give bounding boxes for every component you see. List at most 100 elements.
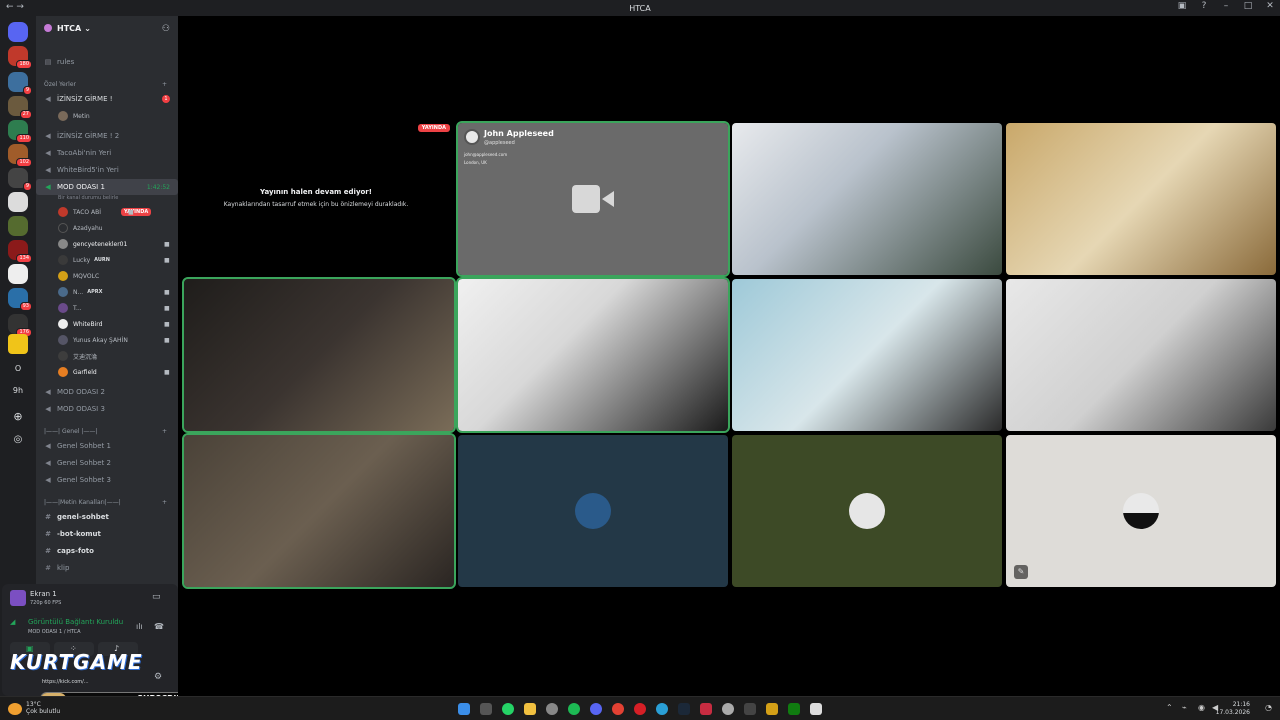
spotify-icon[interactable] [568, 703, 580, 715]
discord-icon[interactable] [590, 703, 602, 715]
category-private[interactable]: Özel Yerler + [44, 81, 167, 88]
voice-channel-genel-1[interactable]: ◀ Genel Sohbet 1 [36, 438, 178, 454]
voice-user[interactable]: Lucky AURN ■ [58, 252, 170, 268]
server-icon[interactable] [8, 216, 28, 236]
back-icon[interactable]: ← → [6, 2, 24, 12]
maximize-icon[interactable]: □ [1242, 1, 1254, 11]
video-tile[interactable] [456, 277, 730, 433]
guild-header[interactable]: HTCA ⌄ ⚇ [36, 16, 178, 40]
paused-stream-preview[interactable]: YAYINDA Yayının halen devam ediyor! Kayn… [178, 122, 454, 274]
disconnect-icon[interactable]: ☎ [154, 622, 164, 631]
voice-channel-mod2[interactable]: ◀ MOD ODASI 2 [36, 384, 178, 400]
opera-icon[interactable] [634, 703, 646, 715]
server-icon[interactable]: 9 [8, 168, 32, 191]
video-tile[interactable] [182, 277, 456, 433]
server-icon[interactable]: 110 [8, 120, 32, 143]
signal-icon[interactable]: ◢ [10, 618, 15, 626]
video-tile[interactable] [732, 123, 1002, 275]
add-channel-icon[interactable]: + [162, 499, 167, 506]
taskbar-clock[interactable]: 21:16 17.03.2026 [1216, 701, 1250, 717]
connection-status[interactable]: Görüntülü Bağlantı Kuruldu [28, 618, 123, 626]
minimize-icon[interactable]: – [1220, 1, 1232, 11]
voice-user[interactable]: TACO ABİ ■ YAYINDA [58, 204, 152, 220]
discover-icon[interactable]: ◎ [0, 434, 36, 445]
voice-user[interactable]: WhiteBird ■ [58, 316, 170, 332]
server-icon[interactable] [8, 192, 28, 212]
text-channel-klip[interactable]: # klip [36, 560, 178, 576]
voice-user[interactable]: gencyetenekler01 ■ [58, 236, 170, 252]
add-channel-icon[interactable]: + [162, 428, 167, 435]
server-icon[interactable]: 134 [8, 240, 32, 263]
video-tile[interactable] [1006, 279, 1276, 431]
app-icon[interactable] [744, 703, 756, 715]
app-icon[interactable] [546, 703, 558, 715]
server-icon[interactable]: 93 [8, 288, 32, 311]
voice-channel-taco[interactable]: ◀ TacoAbi'nin Yeri [36, 145, 178, 161]
whatsapp-icon[interactable] [502, 703, 514, 715]
category-genel[interactable]: |——| Genel |——| + [44, 428, 167, 435]
voice-user[interactable]: Garfield ■ [58, 364, 170, 380]
voice-channel-white[interactable]: ◀ WhiteBird5'in Yeri [36, 162, 178, 178]
server-icon[interactable]: 176 [8, 314, 32, 337]
video-tile-avatar[interactable]: ✎ [1006, 435, 1276, 587]
voice-channel-izinsiz-2[interactable]: ◀ İZİNSİZ GİRME ! 2 [36, 128, 178, 144]
server-icon[interactable] [8, 334, 28, 354]
server-letter[interactable]: O [0, 364, 36, 373]
file-explorer-icon[interactable] [524, 703, 536, 715]
add-channel-icon[interactable]: + [162, 81, 167, 88]
network-icon[interactable]: ◉ [1198, 703, 1205, 712]
voice-channel-genel-3[interactable]: ◀ Genel Sohbet 3 [36, 472, 178, 488]
steam-icon[interactable] [678, 703, 690, 715]
app-icon[interactable] [810, 703, 822, 715]
weather-widget[interactable]: 13°C Çok bulutlu [26, 701, 60, 715]
video-tile[interactable] [732, 279, 1002, 431]
voice-user[interactable]: 艾迪沉淪 [58, 348, 97, 364]
voice-channel-izinsiz-1[interactable]: ◀ İZİNSİZ GİRME ! 1 [36, 91, 178, 107]
settings-gear-icon[interactable]: ⚙ [154, 672, 162, 682]
channel-rules[interactable]: ▤ rules [36, 54, 178, 70]
server-icon[interactable]: 102 [8, 144, 32, 167]
voice-user[interactable]: Metin [58, 108, 90, 124]
voice-user[interactable]: Yunus Akay ŞAHİN ■ [58, 332, 170, 348]
close-icon[interactable]: ✕ [1264, 1, 1276, 11]
video-tile-profile[interactable]: John Appleseed @appleseed john@appleseed… [456, 121, 730, 277]
category-metin[interactable]: |——|Metin Kanalları|——| + [44, 499, 167, 506]
inbox-icon[interactable]: ▣ [1176, 1, 1188, 11]
notification-bell-icon[interactable]: ◔ [1265, 703, 1272, 712]
text-channel-genel-sohbet[interactable]: # genel-sohbet [36, 509, 178, 525]
server-icon[interactable]: 9 [8, 72, 32, 95]
help-icon[interactable]: ? [1198, 1, 1210, 11]
edge-icon[interactable] [656, 703, 668, 715]
video-tile-avatar[interactable] [732, 435, 1002, 587]
home-button[interactable] [8, 22, 28, 42]
voice-channel-genel-2[interactable]: ◀ Genel Sohbet 2 [36, 455, 178, 471]
voice-user[interactable]: MQVOLC [58, 268, 99, 284]
server-icon[interactable]: 27 [8, 96, 32, 119]
app-icon[interactable] [700, 703, 712, 715]
voice-channel-mod3[interactable]: ◀ MOD ODASI 3 [36, 401, 178, 417]
xbox-icon[interactable] [788, 703, 800, 715]
task-view-icon[interactable] [480, 703, 492, 715]
server-icon[interactable]: 180 [8, 46, 32, 69]
voice-user[interactable]: N... APRX ■ [58, 284, 170, 300]
add-server-icon[interactable]: ⊕ [0, 410, 36, 423]
video-tile[interactable] [182, 433, 456, 589]
video-tile-avatar[interactable] [458, 435, 728, 587]
obs-icon[interactable] [722, 703, 734, 715]
connection-channel[interactable]: MOD ODASI 1 / HTCA [28, 629, 81, 635]
start-icon[interactable] [458, 703, 470, 715]
server-icon[interactable] [8, 264, 28, 284]
app-icon[interactable] [766, 703, 778, 715]
text-channel-caps-foto[interactable]: # caps-foto [36, 543, 178, 559]
popout-icon[interactable]: ▭ [152, 592, 161, 602]
tray-chevron-icon[interactable]: ⌃ [1166, 703, 1173, 712]
chrome-icon[interactable] [612, 703, 624, 715]
noise-suppression-icon[interactable]: ılı [136, 622, 143, 631]
server-hours[interactable]: 9h [0, 386, 36, 395]
text-channel-bot-komut[interactable]: # -bot-komut [36, 526, 178, 542]
voice-user[interactable]: Azadyahu [58, 220, 103, 236]
tray-icon[interactable]: ⌁ [1182, 703, 1187, 712]
invite-icon[interactable]: ⚇ [162, 24, 170, 34]
video-tile[interactable] [1006, 123, 1276, 275]
voice-user[interactable]: T... ■ [58, 300, 170, 316]
